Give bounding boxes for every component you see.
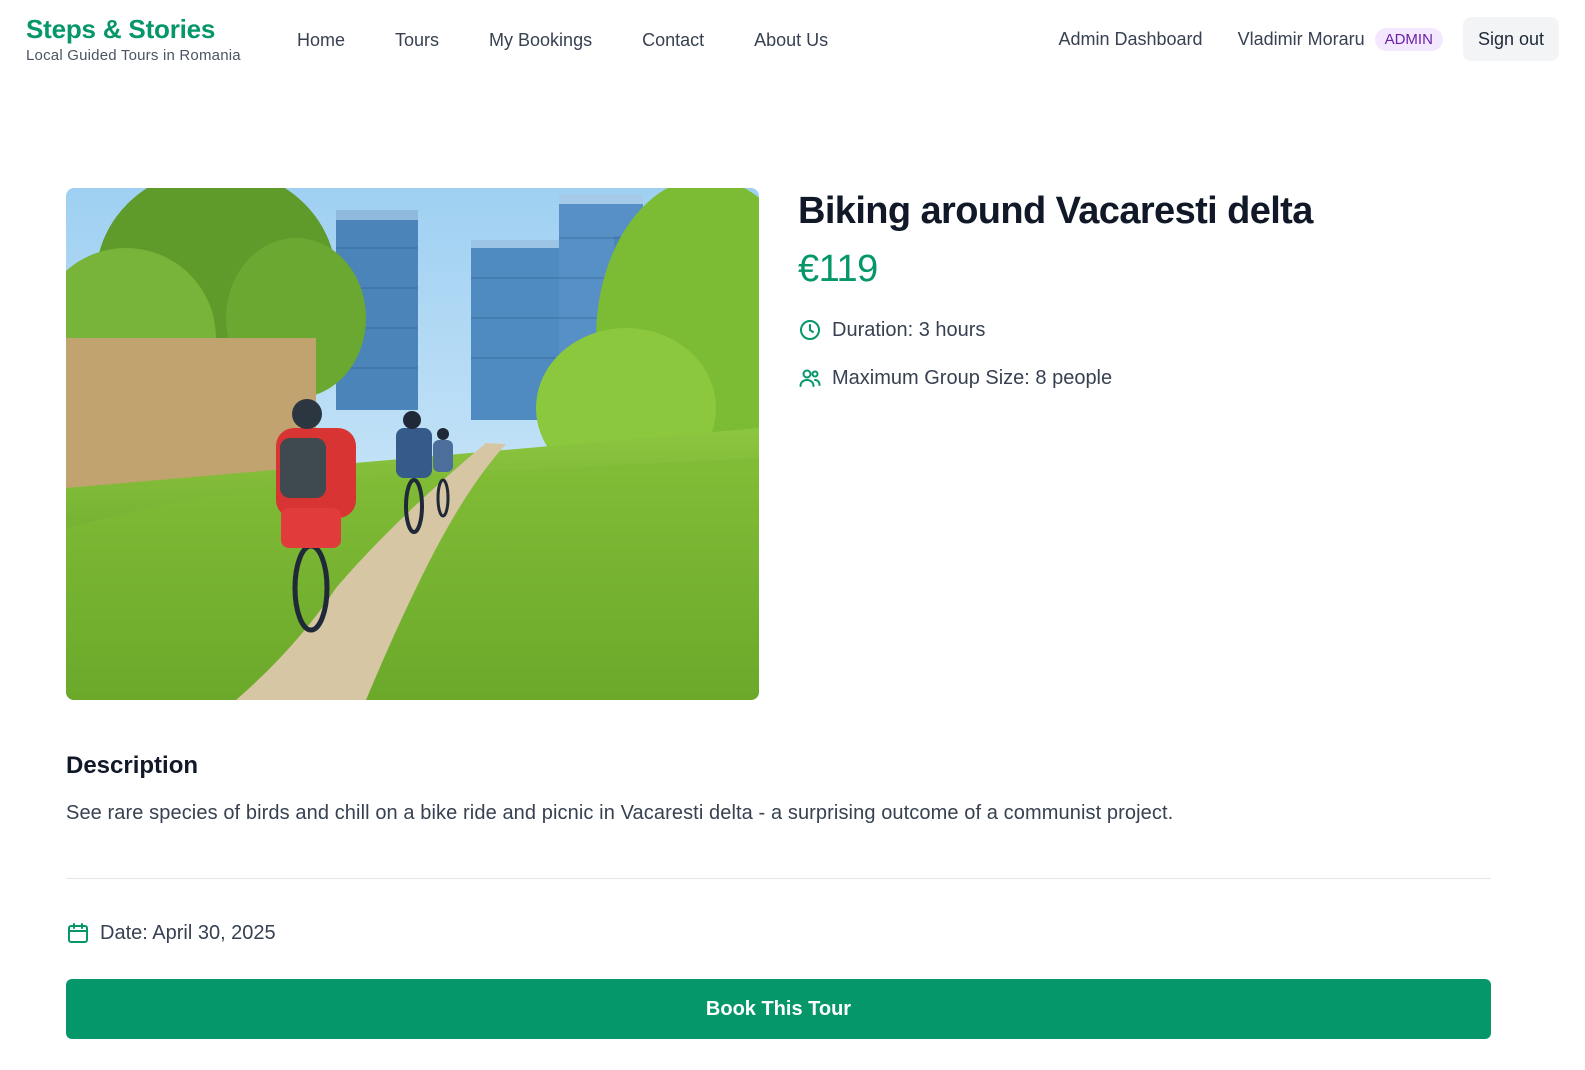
- duration-text: Duration: 3 hours: [832, 318, 986, 341]
- nav-my-bookings[interactable]: My Bookings: [489, 28, 592, 52]
- tour-image: [66, 188, 759, 700]
- users-icon: [798, 366, 822, 390]
- date-row: Date: April 30, 2025: [66, 921, 276, 945]
- description-heading: Description: [66, 752, 199, 779]
- group-size-row: Maximum Group Size: 8 people: [798, 366, 1313, 390]
- calendar-icon: [66, 921, 90, 945]
- site-header: Steps & Stories Local Guided Tours in Ro…: [0, 0, 1585, 80]
- user-name: Vladimir Moraru: [1237, 28, 1365, 49]
- brand-title[interactable]: Steps & Stories: [26, 14, 241, 44]
- tour-title: Biking around Vacaresti delta: [798, 190, 1313, 232]
- group-size-text: Maximum Group Size: 8 people: [832, 366, 1113, 389]
- sign-out-button[interactable]: Sign out: [1462, 17, 1559, 61]
- nav-about-us[interactable]: About Us: [754, 28, 828, 52]
- role-badge: ADMIN: [1374, 27, 1443, 51]
- divider: [66, 878, 1491, 879]
- tour-info: Biking around Vacaresti delta €119 Durat…: [798, 188, 1313, 390]
- duration-row: Duration: 3 hours: [798, 318, 1313, 342]
- header-user-area: Admin Dashboard Vladimir Moraru ADMIN Si…: [1058, 17, 1559, 61]
- main-nav: Home Tours My Bookings Contact About Us: [297, 28, 878, 52]
- date-text: Date: April 30, 2025: [100, 921, 276, 944]
- nav-home[interactable]: Home: [297, 28, 345, 52]
- tour-price: €119: [798, 248, 878, 290]
- clock-icon: [798, 318, 822, 342]
- admin-dashboard-link[interactable]: Admin Dashboard: [1058, 29, 1202, 50]
- nav-tours[interactable]: Tours: [395, 28, 439, 52]
- book-tour-button[interactable]: Book This Tour: [66, 979, 1491, 1039]
- description-text: See rare species of birds and chill on a…: [66, 802, 1174, 824]
- brand-subtitle: Local Guided Tours in Romania: [26, 47, 241, 64]
- brand[interactable]: Steps & Stories Local Guided Tours in Ro…: [26, 14, 241, 64]
- nav-contact[interactable]: Contact: [642, 28, 704, 52]
